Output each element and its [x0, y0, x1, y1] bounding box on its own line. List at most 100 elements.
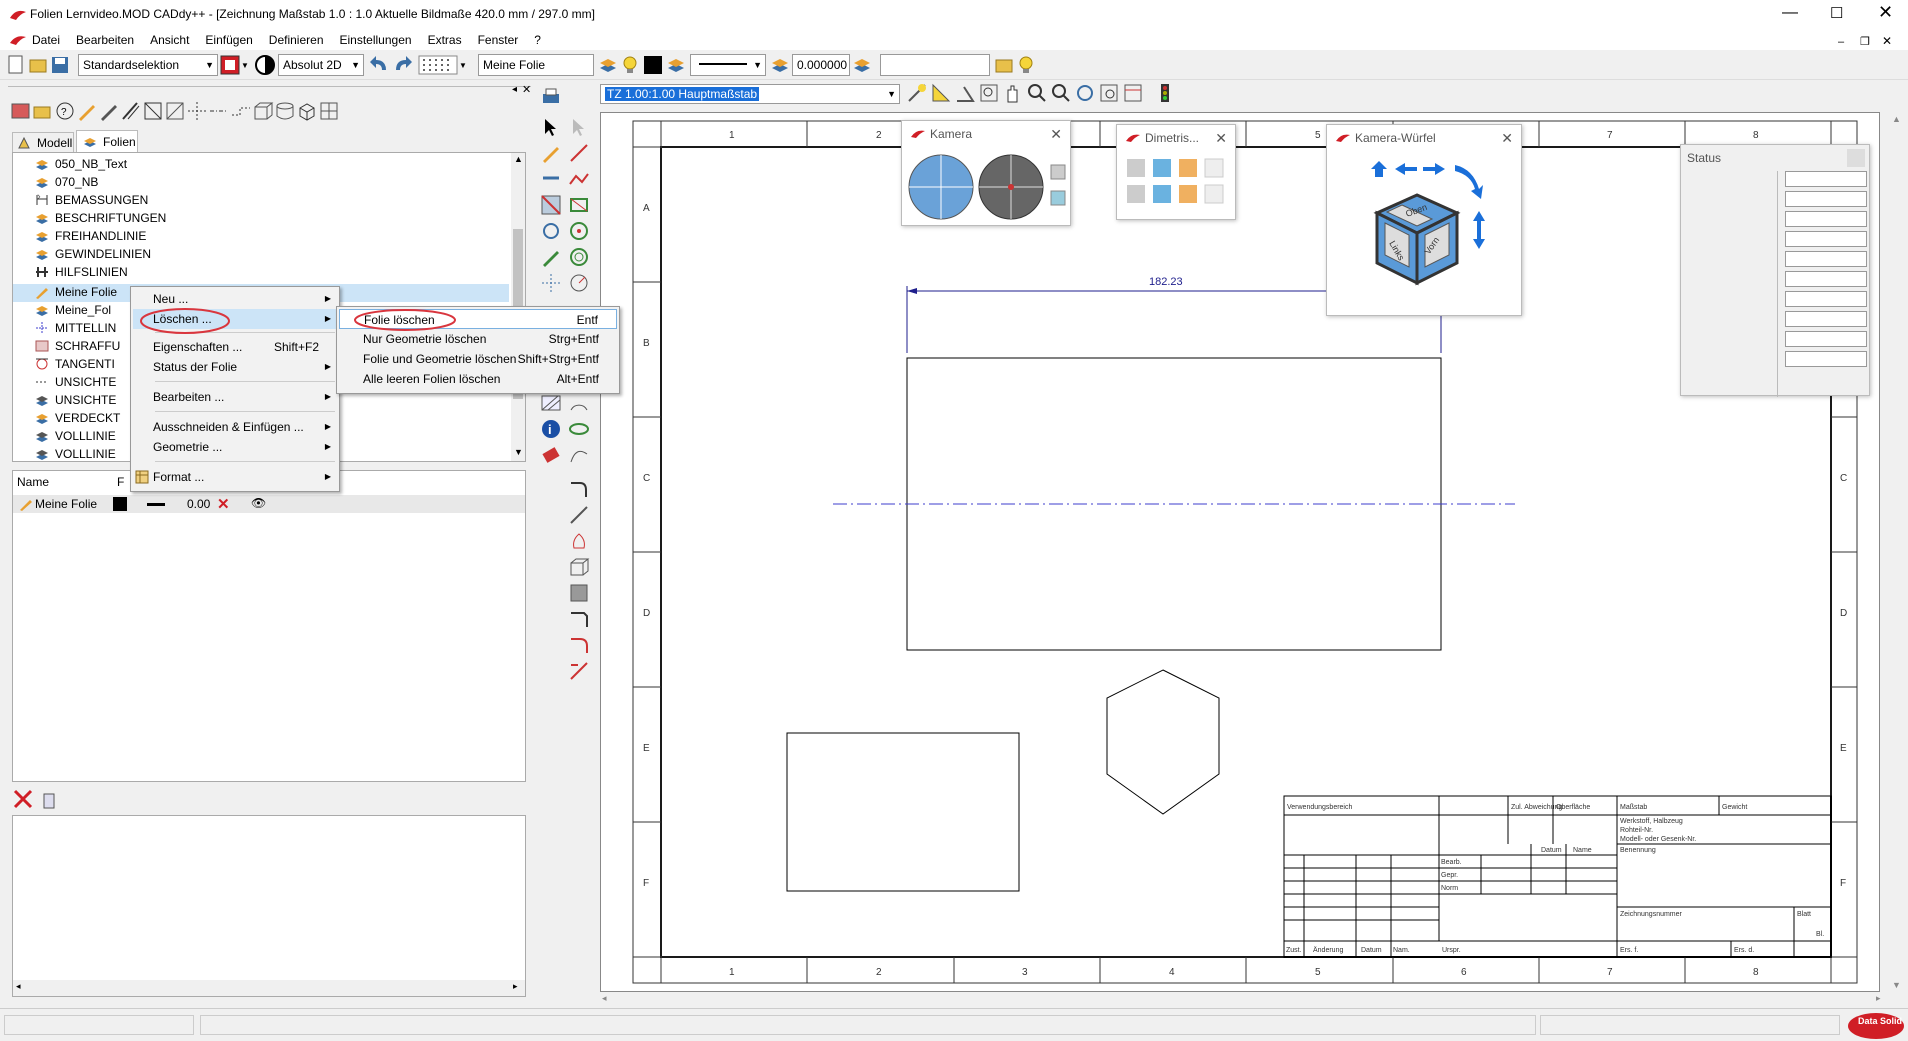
mesh-icon[interactable]: [142, 100, 164, 122]
mirror-icon[interactable]: [540, 194, 562, 216]
fillet-icon[interactable]: [568, 478, 590, 500]
menu-help[interactable]: ?: [534, 30, 541, 50]
tilt-arrows-icon[interactable]: [1473, 211, 1485, 249]
close-icon[interactable]: ✕: [1215, 125, 1227, 151]
scroll-right-icon[interactable]: ▸: [513, 981, 518, 992]
new-file-icon[interactable]: [6, 54, 26, 76]
tree-item[interactable]: BEMASSUNGEN: [36, 191, 148, 209]
dimetric-titlebar[interactable]: Dimetris... ✕: [1117, 125, 1235, 151]
panel-close-icon[interactable]: ✕: [522, 83, 531, 96]
grid-snap-icon[interactable]: ▼: [418, 54, 468, 76]
draw-pencil-icon[interactable]: [540, 142, 562, 164]
view-cube-icon[interactable]: [1204, 158, 1224, 178]
scroll-down-icon[interactable]: ▼: [1892, 980, 1901, 990]
undo-icon[interactable]: [368, 54, 390, 76]
tree-item[interactable]: GEWINDELINIEN: [36, 245, 151, 263]
print-icon[interactable]: [540, 86, 562, 108]
box3d-icon[interactable]: [252, 100, 274, 122]
thickness-layers-icon[interactable]: [770, 54, 790, 76]
arc3-icon[interactable]: [568, 392, 590, 414]
layer-linetype[interactable]: [147, 503, 165, 506]
pin-icon[interactable]: ◂: [512, 84, 517, 95]
offset-icon[interactable]: [568, 530, 590, 552]
layer-new-icon[interactable]: [10, 100, 32, 122]
coord-mode-icon[interactable]: [254, 54, 276, 76]
menu-item-format[interactable]: Format ... ▶: [133, 467, 337, 487]
tree-item[interactable]: SCHRAFFU: [35, 337, 120, 355]
tree-item[interactable]: Meine_Fol: [36, 301, 111, 319]
cube-tool-icon[interactable]: [568, 556, 590, 578]
tree-item[interactable]: FREIHANDLINIE: [36, 227, 146, 245]
home-icon[interactable]: [1371, 161, 1387, 177]
spline-icon[interactable]: [568, 444, 590, 466]
redraw-icon[interactable]: [1122, 82, 1144, 104]
arrow-left-icon[interactable]: [1395, 163, 1417, 175]
menu-datei[interactable]: Datei: [32, 30, 60, 50]
select-arrow-gray-icon[interactable]: [568, 116, 590, 138]
node-icon[interactable]: [164, 100, 186, 122]
select-arrow-icon[interactable]: [540, 116, 562, 138]
scroll-left-icon[interactable]: ◂: [16, 981, 21, 992]
view-cube-icon[interactable]: [1127, 185, 1145, 203]
delete-x-icon[interactable]: ✕: [217, 495, 230, 513]
maximize-icon[interactable]: ☐: [1830, 4, 1843, 22]
zoom-out-icon[interactable]: [1050, 82, 1072, 104]
layer-color-swatch[interactable]: [113, 497, 127, 511]
small-rectangle[interactable]: [786, 732, 1020, 892]
minimize-icon[interactable]: —: [1782, 4, 1798, 22]
scroll-up-icon[interactable]: ▲: [514, 154, 523, 164]
polyline-icon[interactable]: [568, 168, 590, 190]
tree-item[interactable]: TANGENTI: [36, 355, 115, 373]
thickness-field[interactable]: 0.000000: [792, 54, 850, 76]
menu-extras[interactable]: Extras: [428, 30, 462, 50]
tree-item[interactable]: UNSICHTE: [36, 391, 116, 409]
delete-layer-icon[interactable]: [12, 788, 34, 810]
measure-icon[interactable]: [906, 82, 928, 104]
col-header-name[interactable]: Name: [17, 475, 49, 489]
tree-item[interactable]: VOLLLINIE: [36, 427, 116, 445]
circle-center-icon[interactable]: [568, 220, 590, 242]
select-color-icon[interactable]: ▼: [220, 55, 248, 75]
crosshair-icon[interactable]: [186, 100, 208, 122]
rotate-arrow-icon[interactable]: [1455, 165, 1483, 199]
tree-item[interactable]: 070_NB: [36, 173, 98, 191]
dimetric-window[interactable]: Dimetris... ✕: [1116, 124, 1236, 220]
linetype-layers-icon[interactable]: [666, 54, 686, 76]
view-box-icon[interactable]: [1050, 164, 1066, 180]
submenu-alle-leeren[interactable]: Alle leeren Folien löschen Alt+Entf: [339, 369, 617, 389]
layer-name-field[interactable]: Meine Folie: [478, 54, 594, 76]
doc-minimize-icon[interactable]: –: [1838, 32, 1844, 52]
drawing-hscrollbar[interactable]: ◂ ▸: [600, 992, 1890, 1006]
doc-close-icon[interactable]: ✕: [1882, 31, 1892, 51]
layer-query-icon[interactable]: ?: [54, 100, 76, 122]
idea-icon[interactable]: [1016, 54, 1036, 76]
tree-item-selected[interactable]: Meine Folie: [36, 283, 117, 301]
view-cube-titlebar[interactable]: Kamera-Würfel ✕: [1327, 125, 1521, 151]
traffic-light-icon[interactable]: [1154, 82, 1176, 104]
view-cube-icon[interactable]: [1179, 185, 1197, 203]
layer-open-icon[interactable]: [32, 100, 54, 122]
height-layers-icon[interactable]: [852, 54, 872, 76]
scroll-up-icon[interactable]: ▲: [1892, 114, 1901, 124]
hexagon[interactable]: [1106, 669, 1220, 815]
tree-item[interactable]: VERDECKT: [36, 409, 120, 427]
tree-item[interactable]: BESCHRIFTUNGEN: [36, 209, 166, 227]
hatch-tool-icon[interactable]: [540, 392, 562, 414]
menu-fenster[interactable]: Fenster: [478, 30, 519, 50]
navigation-cube[interactable]: Oben Links Vorn: [1347, 155, 1517, 313]
tree-item[interactable]: 050_NB_Text: [36, 155, 127, 173]
tree-item[interactable]: MITTELLIN: [36, 319, 116, 337]
extend-icon[interactable]: [568, 660, 590, 682]
corner-icon[interactable]: [568, 634, 590, 656]
view-cube-window[interactable]: Kamera-Würfel ✕ Oben Links Vorn: [1326, 124, 1522, 316]
view-cube-icon[interactable]: [1153, 185, 1171, 203]
close-icon[interactable]: ✕: [1050, 121, 1062, 147]
chamfer-icon[interactable]: [568, 608, 590, 630]
eraser-icon[interactable]: [540, 444, 562, 466]
rectangle-icon[interactable]: [568, 194, 590, 216]
zoom-window-icon[interactable]: [978, 82, 1000, 104]
selection-combo[interactable]: Standardselektion ▼: [78, 54, 218, 76]
circle-icon[interactable]: [568, 246, 590, 268]
dotline-icon[interactable]: [230, 100, 252, 122]
menu-item-status[interactable]: Status der Folie ▶: [133, 357, 337, 377]
